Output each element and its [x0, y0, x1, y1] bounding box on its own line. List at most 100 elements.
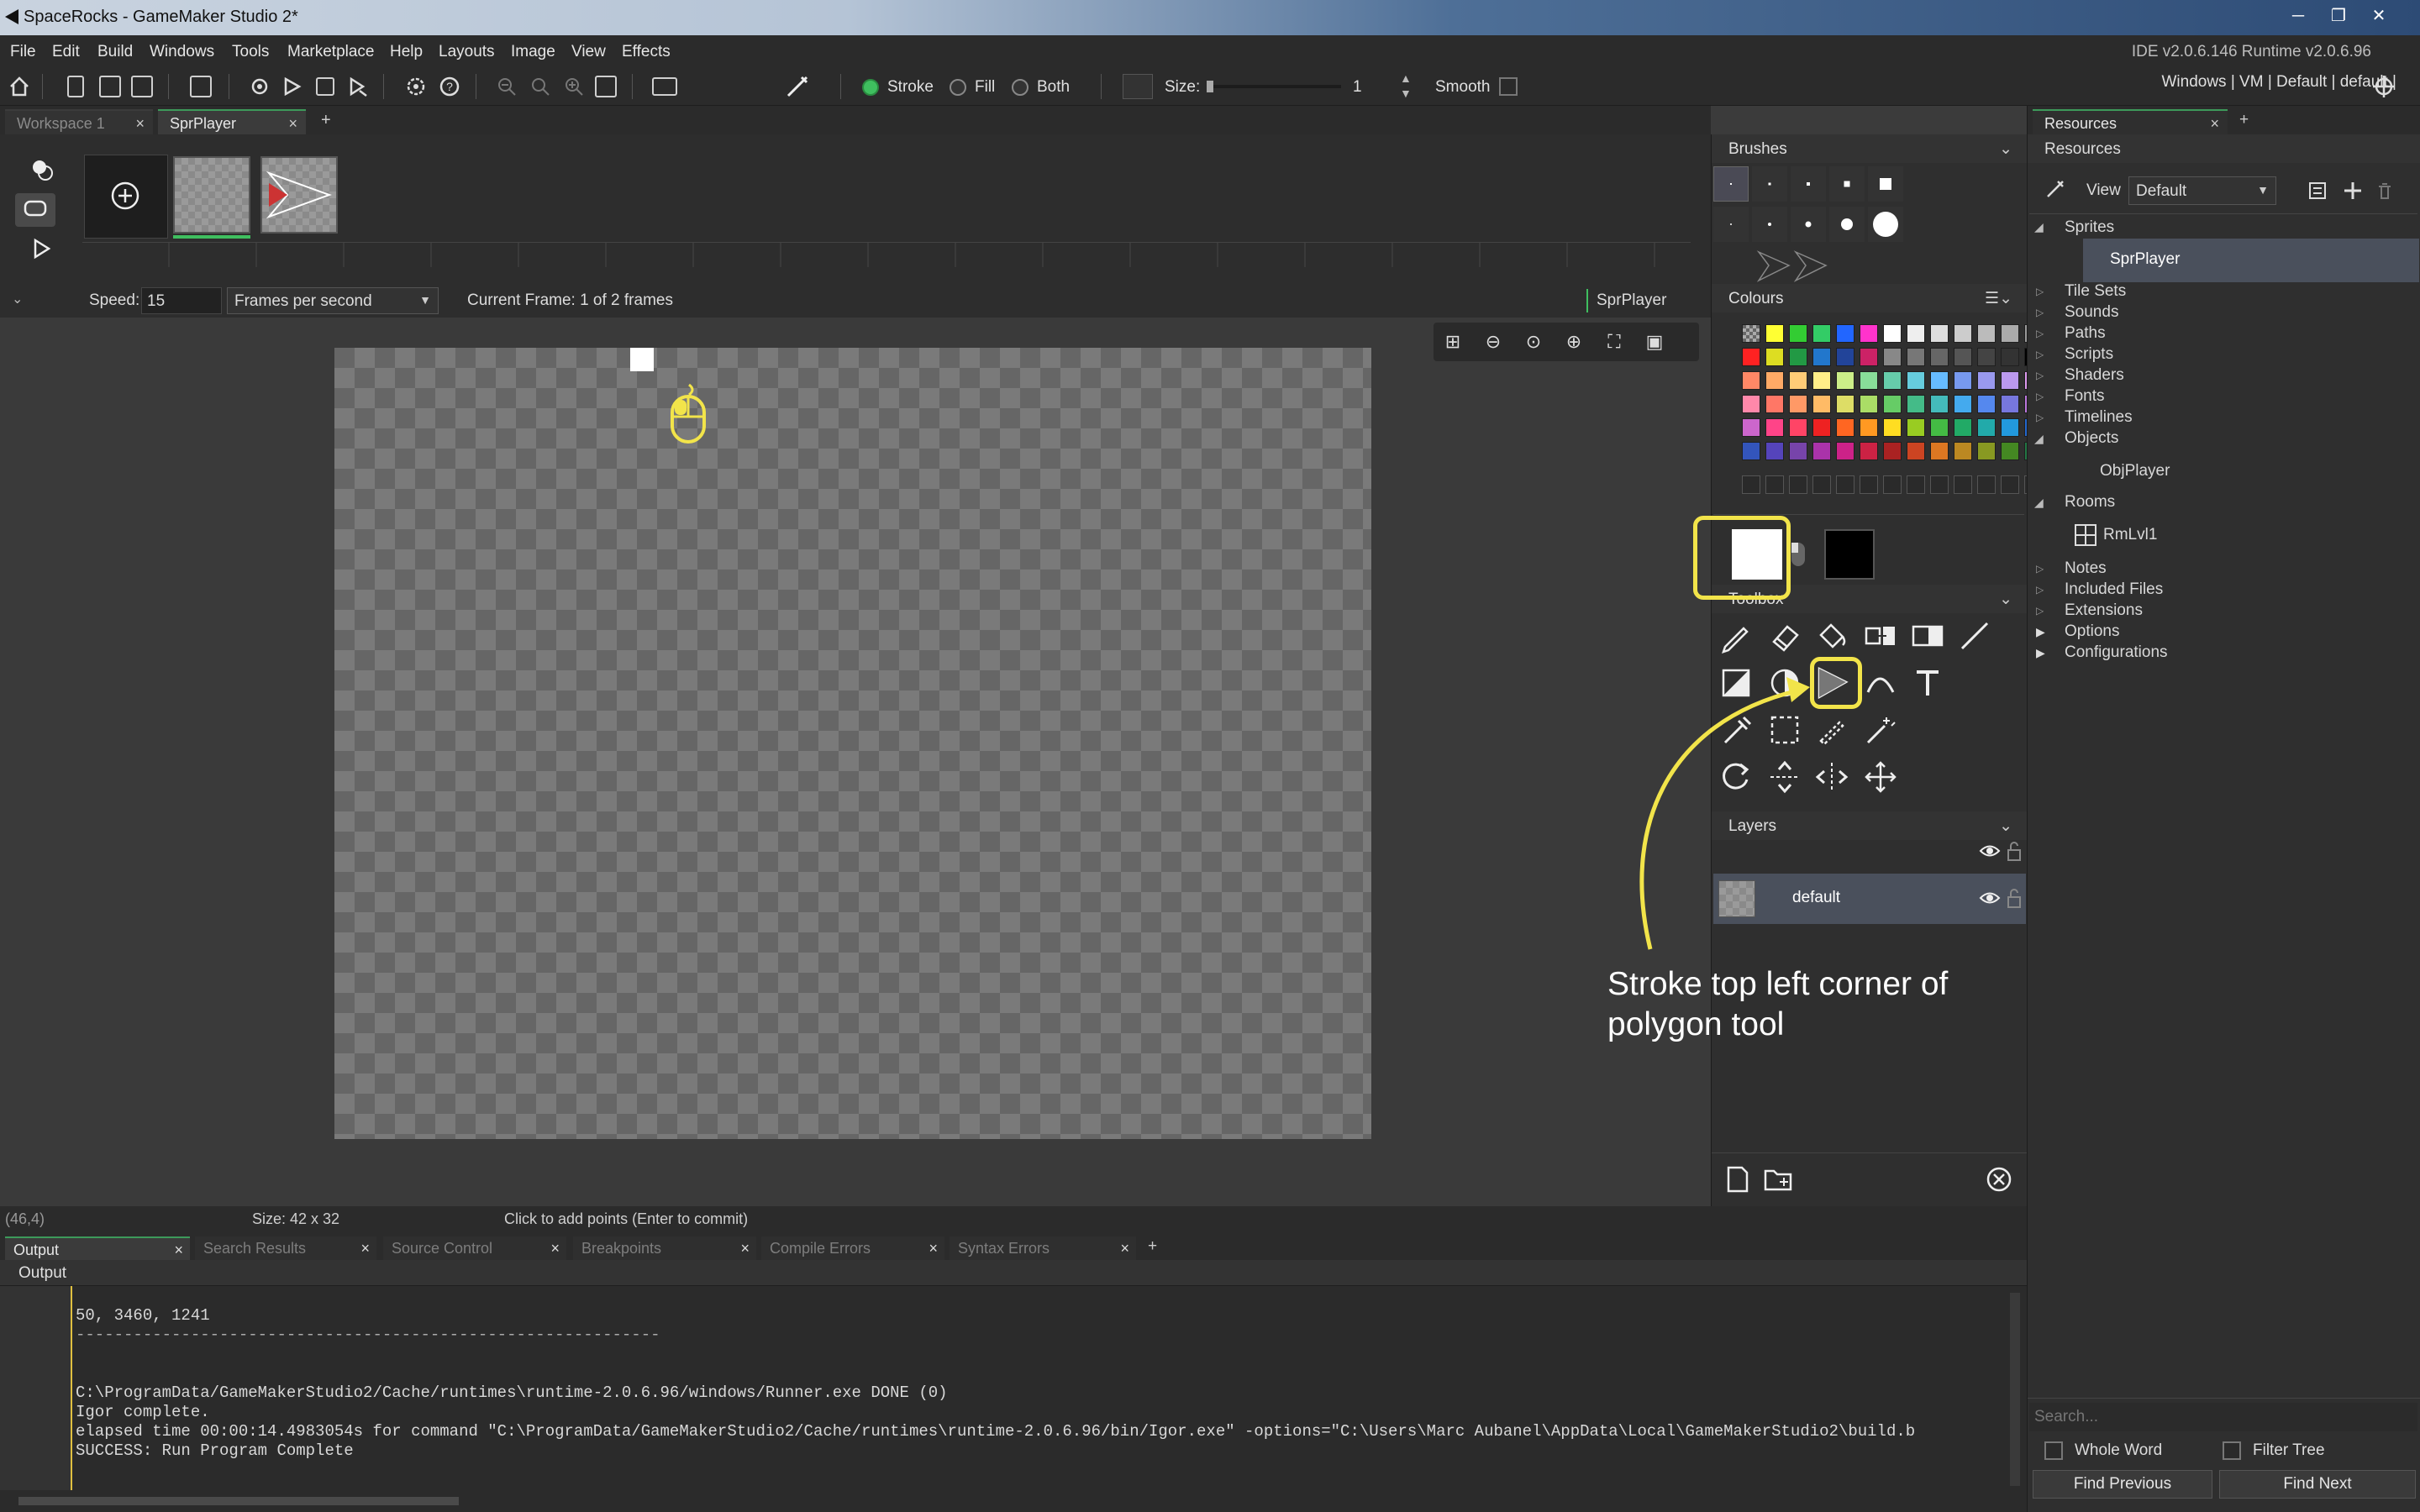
colour-swatch[interactable]	[1883, 348, 1902, 366]
frame-1-thumbnail[interactable]	[173, 156, 250, 234]
colour-swatch[interactable]	[1742, 348, 1760, 366]
close-tab-icon[interactable]: ×	[550, 1240, 560, 1257]
colours-menu-icon[interactable]: ☰⌄	[1985, 289, 2012, 308]
speed-input[interactable]: 15	[141, 287, 222, 314]
colour-swatch[interactable]	[1977, 442, 1996, 460]
lock-icon[interactable]	[2006, 887, 2023, 909]
zoom-out-icon[interactable]	[496, 76, 518, 97]
custom-colour-slot[interactable]	[1742, 475, 1760, 494]
colour-swatch[interactable]	[1954, 418, 1972, 437]
onion-skin-icon[interactable]	[30, 158, 54, 181]
colour-swatch[interactable]	[1742, 442, 1760, 460]
minimize-icon[interactable]: ─	[2284, 5, 2312, 27]
collapsed-arrow-icon[interactable]: ▷	[2036, 307, 2044, 318]
colour-swatch[interactable]	[2001, 348, 2019, 366]
tree-timelines[interactable]: Timelines	[2065, 408, 2133, 427]
colour-swatch[interactable]	[1836, 395, 1854, 413]
colour-swatch[interactable]	[1907, 348, 1925, 366]
close-tab-icon[interactable]: ×	[2210, 115, 2219, 133]
colour-swatch[interactable]	[2001, 395, 2019, 413]
colour-swatch[interactable]	[1860, 371, 1878, 390]
colour-swatch[interactable]	[1742, 418, 1760, 437]
colour-swatch[interactable]	[1907, 371, 1925, 390]
tree-rooms[interactable]: Rooms	[2065, 493, 2115, 512]
colour-swatch[interactable]	[1860, 324, 1878, 343]
tab-sprplayer[interactable]: SprPlayer ×	[158, 109, 306, 134]
close-tab-icon[interactable]: ×	[740, 1240, 750, 1257]
colour-swatch[interactable]	[1836, 348, 1854, 366]
fit-icon[interactable]: ⛶	[1603, 331, 1625, 353]
colour-swatch[interactable]	[1860, 442, 1878, 460]
move-icon[interactable]	[1861, 758, 1900, 796]
menu-layouts[interactable]: Layouts	[439, 43, 495, 61]
collapsed-arrow-icon[interactable]: ▷	[2036, 391, 2044, 402]
colour-swatch[interactable]	[1954, 371, 1972, 390]
close-tab-icon[interactable]: ×	[929, 1240, 938, 1257]
line-icon[interactable]	[1955, 617, 1994, 655]
colour-swatch[interactable]	[1789, 418, 1807, 437]
tab-search-results[interactable]: Search Results ×	[195, 1236, 376, 1260]
colour-swatch[interactable]	[1977, 348, 1996, 366]
secondary-colour-swatch[interactable]	[1824, 529, 1875, 580]
collapse-chevron-icon[interactable]: ⌄	[1999, 139, 2012, 159]
collapsed-arrow-icon[interactable]: ▶	[2036, 646, 2045, 660]
colour-swatch[interactable]	[2001, 324, 2019, 343]
colour-swatch[interactable]	[1789, 442, 1807, 460]
brush-preset[interactable]	[1829, 207, 1865, 242]
grid-icon[interactable]: ⊞	[1442, 331, 1464, 353]
custom-brushes[interactable]	[1755, 249, 1831, 284]
collapsed-arrow-icon[interactable]: ▷	[2036, 605, 2044, 617]
search-input[interactable]	[2029, 1403, 2417, 1431]
custom-colour-slot[interactable]	[1907, 475, 1925, 494]
custom-colour-slot[interactable]	[2001, 475, 2019, 494]
speed-unit-dropdown[interactable]: Frames per second ▼	[227, 287, 439, 314]
menu-file[interactable]: File	[10, 43, 36, 61]
colour-swatch[interactable]	[1742, 371, 1760, 390]
custom-colour-slot[interactable]	[1812, 475, 1831, 494]
magic-wand-icon[interactable]	[1861, 711, 1900, 749]
console-vertical-scrollbar[interactable]	[2010, 1293, 2020, 1486]
colour-swatch[interactable]	[1930, 348, 1949, 366]
settings-icon[interactable]	[405, 76, 427, 97]
home-icon[interactable]	[8, 76, 30, 97]
brush-preset[interactable]	[1752, 207, 1787, 242]
collapsed-arrow-icon[interactable]: ▷	[2036, 412, 2044, 423]
custom-colour-slot[interactable]	[1860, 475, 1878, 494]
run-icon[interactable]	[281, 76, 302, 97]
menu-view[interactable]: View	[571, 43, 606, 61]
tab-workspace[interactable]: Workspace 1 ×	[5, 109, 153, 134]
colour-swatch[interactable]	[1954, 442, 1972, 460]
smooth-checkbox[interactable]	[1499, 77, 1518, 96]
tab-resources[interactable]: Resources ×	[2033, 109, 2228, 134]
colour-swatch[interactable]	[1789, 371, 1807, 390]
find-next-button[interactable]: Find Next	[2219, 1470, 2416, 1499]
brush-tool-icon[interactable]	[785, 74, 810, 99]
custom-colour-slot[interactable]	[1765, 475, 1784, 494]
menu-effects[interactable]: Effects	[622, 43, 671, 61]
colour-swatch[interactable]	[1812, 418, 1831, 437]
resource-icon[interactable]	[2044, 178, 2066, 200]
text-icon[interactable]	[1908, 664, 1947, 702]
new-layer-folder-icon[interactable]	[1762, 1164, 1796, 1194]
zoom-reset-icon[interactable]: ⊙	[1523, 331, 1544, 353]
sprite-canvas[interactable]	[334, 348, 1371, 1139]
whole-word-checkbox[interactable]	[2044, 1441, 2063, 1460]
colour-swatch[interactable]	[1789, 395, 1807, 413]
menu-marketplace[interactable]: Marketplace	[287, 43, 375, 61]
replace-colour-icon[interactable]	[1861, 617, 1900, 655]
zoom-out-icon[interactable]: ⊖	[1482, 331, 1504, 353]
build-icon[interactable]	[249, 76, 271, 97]
add-frame-button[interactable]	[84, 155, 168, 239]
delete-layer-icon[interactable]	[1984, 1164, 2014, 1194]
colour-swatch[interactable]	[1836, 418, 1854, 437]
colour-swatch[interactable]	[2001, 442, 2019, 460]
zoom-in-icon[interactable]: ⊕	[1563, 331, 1585, 353]
colour-swatch[interactable]	[1907, 395, 1925, 413]
fill-radio[interactable]	[950, 79, 966, 96]
colour-swatch[interactable]	[1930, 442, 1949, 460]
menu-tools[interactable]: Tools	[232, 43, 269, 61]
colour-swatch[interactable]	[1789, 348, 1807, 366]
colour-swatch[interactable]	[1977, 395, 1996, 413]
collapsed-arrow-icon[interactable]: ▷	[2036, 349, 2044, 360]
colour-swatch[interactable]	[1742, 395, 1760, 413]
